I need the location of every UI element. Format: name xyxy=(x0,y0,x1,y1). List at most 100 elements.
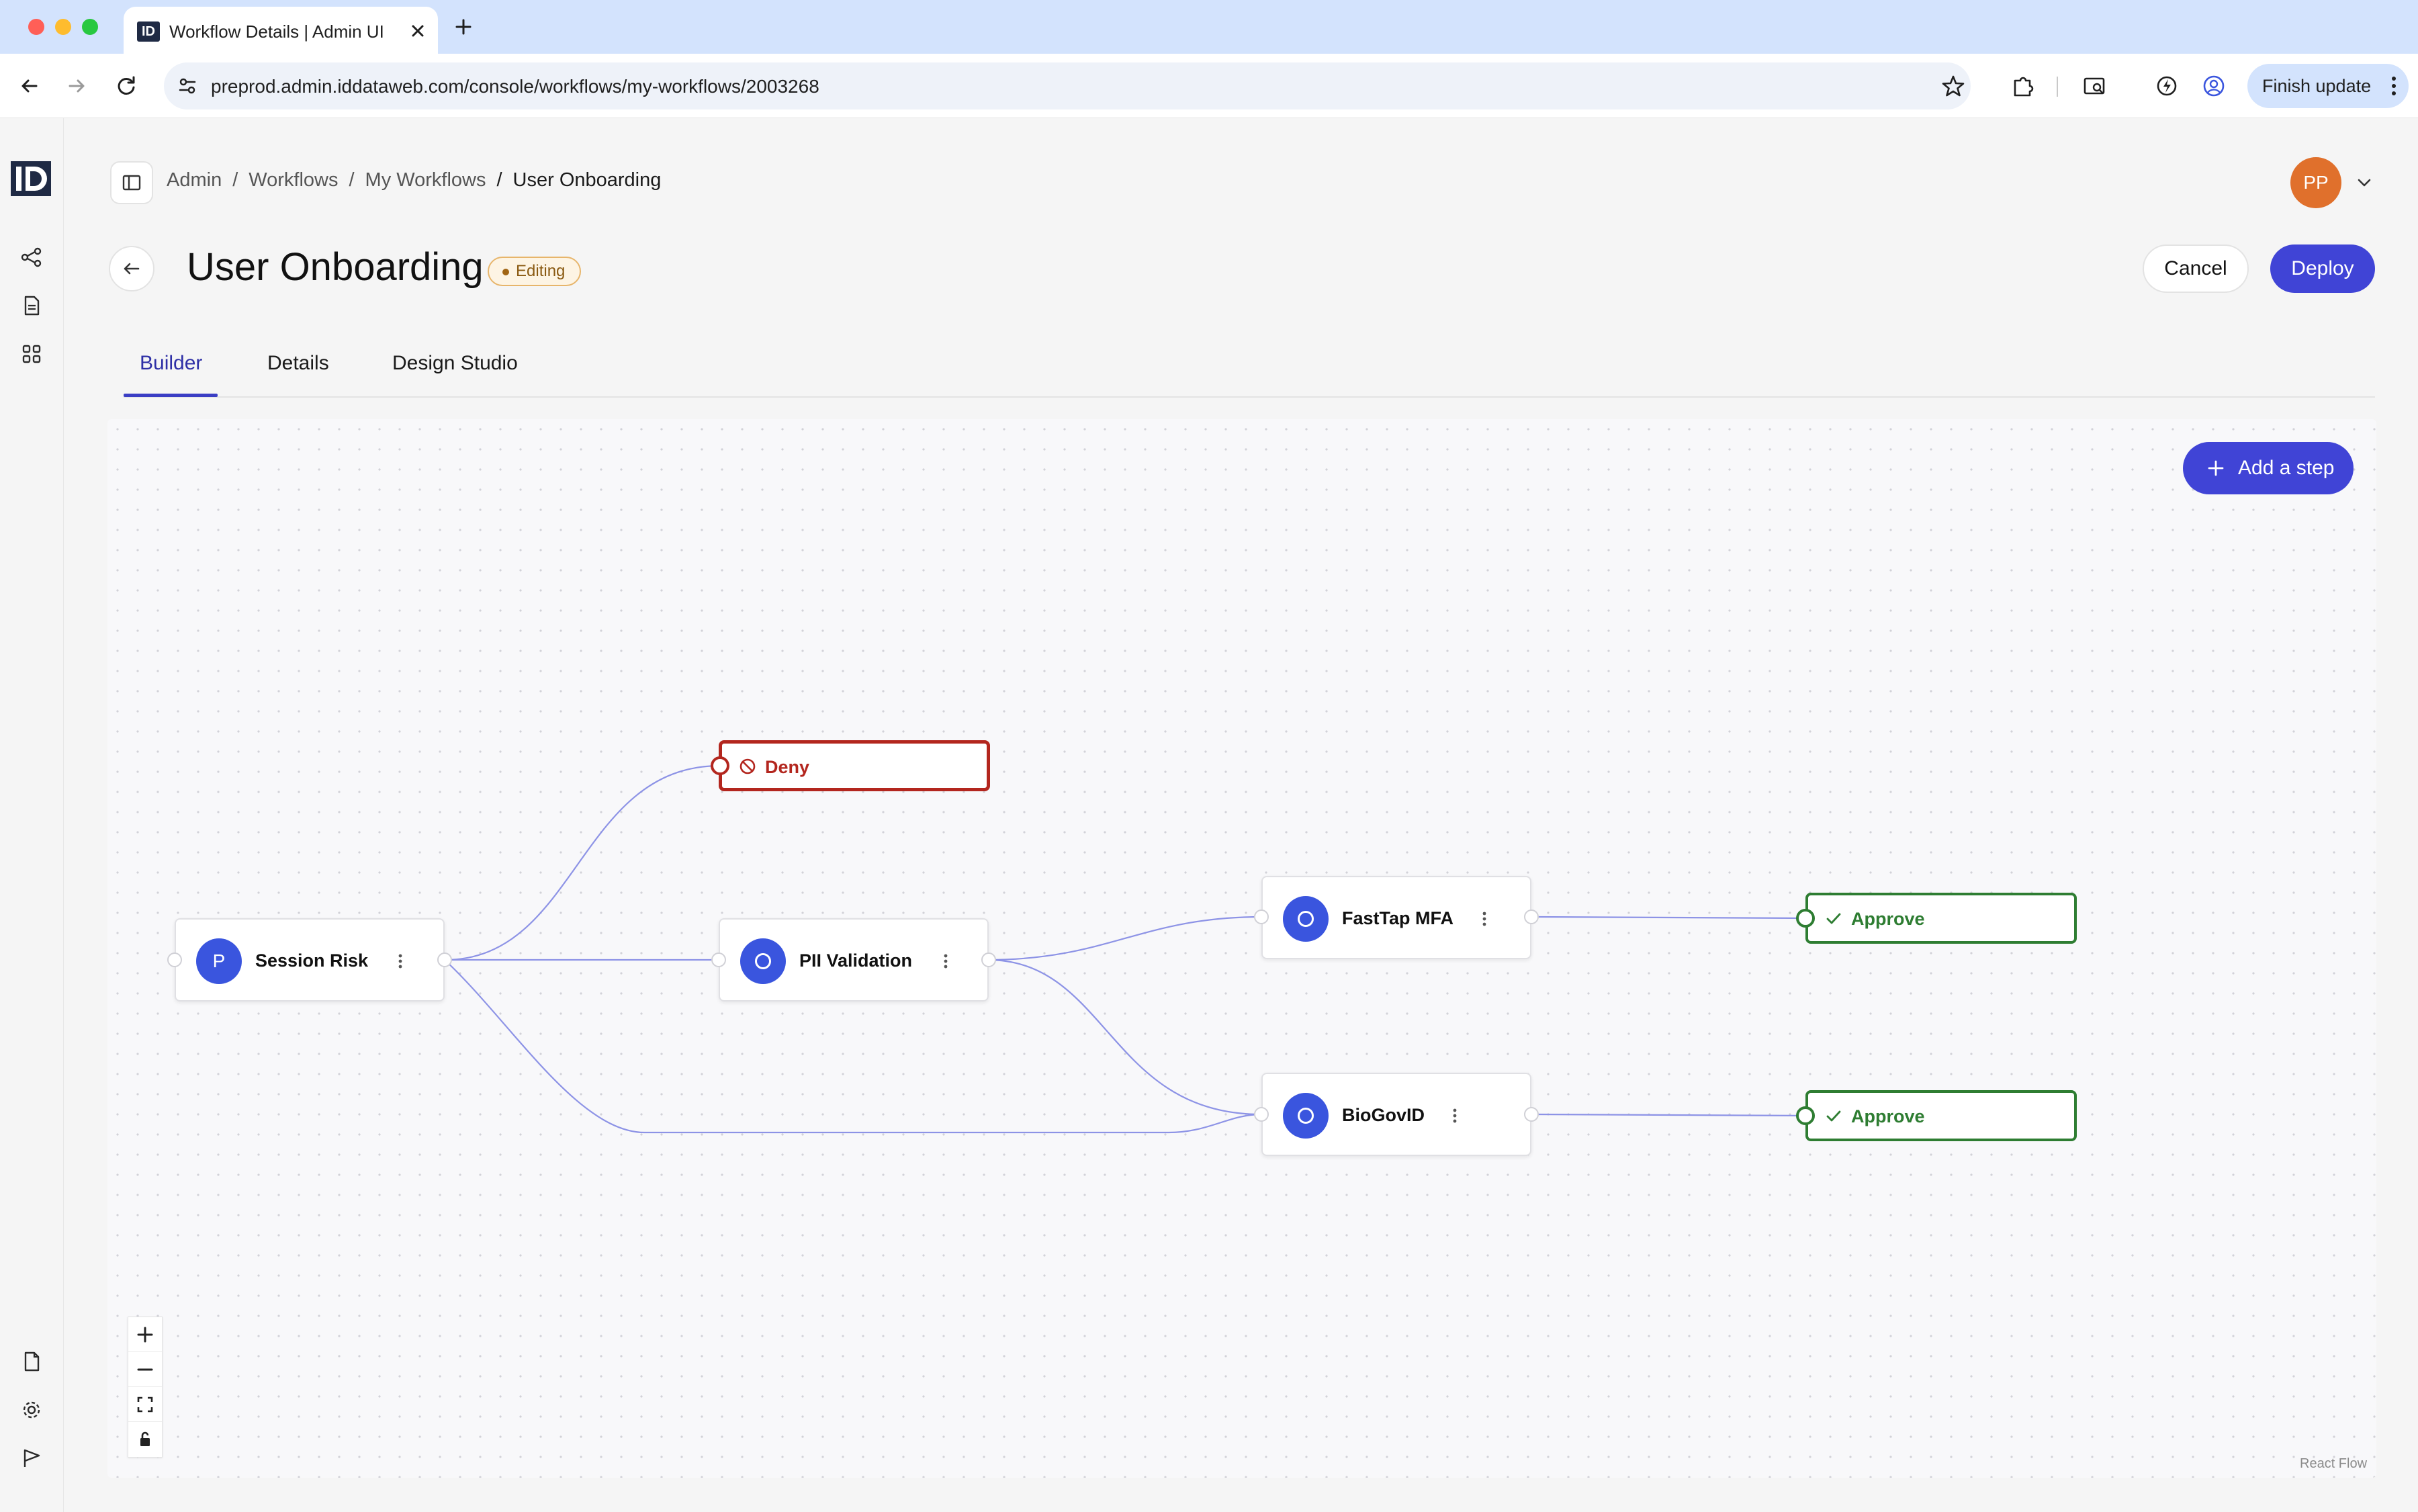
address-bar[interactable]: preprod.admin.iddataweb.com/console/work… xyxy=(164,62,1971,109)
back-arrow-icon[interactable] xyxy=(15,71,44,101)
breadcrumb-my-workflows[interactable]: My Workflows xyxy=(365,169,486,191)
react-flow-attribution[interactable]: React Flow xyxy=(2300,1456,2367,1472)
document-icon[interactable] xyxy=(20,294,43,317)
flag-icon[interactable] xyxy=(20,1447,43,1470)
circle-icon xyxy=(755,953,771,969)
close-icon[interactable] xyxy=(404,17,431,44)
cancel-button[interactable]: Cancel xyxy=(2143,244,2249,293)
node-label: BioGovID xyxy=(1342,1105,1425,1125)
more-vert-icon[interactable] xyxy=(1448,1102,1462,1129)
forward-arrow-icon[interactable] xyxy=(62,71,91,101)
page-title: User Onboarding xyxy=(187,245,484,289)
outcome-deny[interactable]: Deny xyxy=(719,740,990,791)
node-output-handle[interactable] xyxy=(437,952,452,967)
outcome-input-handle[interactable] xyxy=(1796,909,1815,928)
node-output-handle[interactable] xyxy=(1524,1107,1539,1122)
status-dot-icon xyxy=(502,269,509,275)
check-icon xyxy=(1824,909,1843,928)
breadcrumb-current: User Onboarding xyxy=(512,169,662,191)
window-minimize-button[interactable] xyxy=(55,19,71,35)
star-icon[interactable] xyxy=(1938,71,1968,101)
left-nav-rail xyxy=(0,118,64,1512)
deploy-button[interactable]: Deploy xyxy=(2270,244,2375,293)
zoom-out-button[interactable] xyxy=(128,1352,162,1387)
breadcrumb-workflows[interactable]: Workflows xyxy=(249,169,338,191)
outcome-input-handle[interactable] xyxy=(711,756,729,775)
outcome-label: Deny xyxy=(765,757,810,777)
puzzle-icon[interactable] xyxy=(2008,71,2038,101)
node-label: Session Risk xyxy=(255,950,369,971)
finish-update-label: Finish update xyxy=(2262,76,2372,96)
node-fasttap-mfa[interactable]: FastTap MFA xyxy=(1261,876,1531,959)
browser-tab-bar: ID Workflow Details | Admin UI xyxy=(0,0,2418,54)
more-vert-icon[interactable] xyxy=(394,948,407,975)
back-button[interactable] xyxy=(109,246,154,292)
iddataweb-logo[interactable] xyxy=(9,160,52,197)
tab-title: Workflow Details | Admin UI xyxy=(169,21,384,42)
file-icon[interactable] xyxy=(20,1350,43,1373)
outcome-approve-biogovid[interactable]: Approve xyxy=(1805,1090,2077,1141)
minus-icon xyxy=(137,1368,153,1371)
window-zoom-button[interactable] xyxy=(82,19,98,35)
arrow-left-icon xyxy=(124,263,140,275)
zoom-controls xyxy=(128,1317,163,1458)
tab-builder[interactable]: Builder xyxy=(140,352,202,375)
workflow-canvas[interactable] xyxy=(107,419,2376,1478)
add-step-label: Add a step xyxy=(2238,457,2335,479)
tune-icon[interactable] xyxy=(173,72,202,100)
lock-button[interactable] xyxy=(128,1422,162,1457)
node-icon xyxy=(1283,896,1329,942)
favicon-icon: ID xyxy=(137,21,160,42)
node-input-handle[interactable] xyxy=(711,952,726,967)
outcome-approve-fasttap[interactable]: Approve xyxy=(1805,893,2077,944)
tab-details[interactable]: Details xyxy=(267,352,329,375)
node-input-handle[interactable] xyxy=(167,952,182,967)
tab-search-icon[interactable] xyxy=(2079,71,2109,101)
node-icon: P xyxy=(196,938,242,984)
finish-update-button[interactable]: Finish update xyxy=(2247,64,2409,108)
sidebar-icon xyxy=(122,175,141,191)
outcome-input-handle[interactable] xyxy=(1796,1106,1815,1125)
status-badge: Editing xyxy=(488,257,582,286)
breadcrumb-separator: / xyxy=(496,169,502,191)
browser-tab-active[interactable]: ID Workflow Details | Admin UI xyxy=(124,7,438,54)
gear-icon[interactable] xyxy=(20,1398,43,1421)
breadcrumb: Admin / Workflows / My Workflows / User … xyxy=(167,169,661,191)
node-input-handle[interactable] xyxy=(1254,1107,1269,1122)
toolbar-divider xyxy=(2057,77,2058,97)
node-input-handle[interactable] xyxy=(1254,909,1269,924)
tab-design-studio[interactable]: Design Studio xyxy=(392,352,518,375)
sidebar-toggle-button[interactable] xyxy=(110,161,153,204)
workflow-icon[interactable] xyxy=(20,246,43,269)
node-label: PII Validation xyxy=(799,950,913,971)
new-tab-plus-icon[interactable] xyxy=(450,13,477,40)
chevron-down-icon[interactable] xyxy=(2351,169,2378,196)
node-session-risk[interactable]: P Session Risk xyxy=(175,918,445,1002)
page-tabs: Builder Details Design Studio xyxy=(124,341,2375,398)
node-pii-validation[interactable]: PII Validation xyxy=(719,918,989,1002)
more-vert-icon[interactable] xyxy=(939,948,952,975)
reload-icon[interactable] xyxy=(111,71,141,101)
breadcrumb-separator: / xyxy=(232,169,238,191)
plus-icon xyxy=(2204,457,2227,480)
check-icon xyxy=(1824,1106,1843,1125)
avatar[interactable]: PP xyxy=(2290,157,2341,208)
node-icon xyxy=(1283,1093,1329,1139)
breadcrumb-separator: / xyxy=(349,169,355,191)
more-vert-icon[interactable] xyxy=(1478,905,1491,932)
window-close-button[interactable] xyxy=(28,19,44,35)
extension-icon[interactable] xyxy=(2152,71,2182,101)
node-output-handle[interactable] xyxy=(1524,909,1539,924)
node-output-handle[interactable] xyxy=(981,952,996,967)
node-biogovid[interactable]: BioGovID xyxy=(1261,1073,1531,1156)
add-step-button[interactable]: Add a step xyxy=(2183,442,2354,494)
browser-toolbar: preprod.admin.iddataweb.com/console/work… xyxy=(0,54,2418,118)
node-label: FastTap MFA xyxy=(1342,908,1454,928)
zoom-in-button[interactable] xyxy=(128,1317,162,1352)
breadcrumb-admin[interactable]: Admin xyxy=(167,169,222,191)
grid-icon[interactable] xyxy=(20,343,43,365)
person-circle-icon[interactable] xyxy=(2199,71,2229,101)
lock-icon xyxy=(140,1431,150,1446)
node-icon xyxy=(740,938,786,984)
fit-view-button[interactable] xyxy=(128,1387,162,1422)
